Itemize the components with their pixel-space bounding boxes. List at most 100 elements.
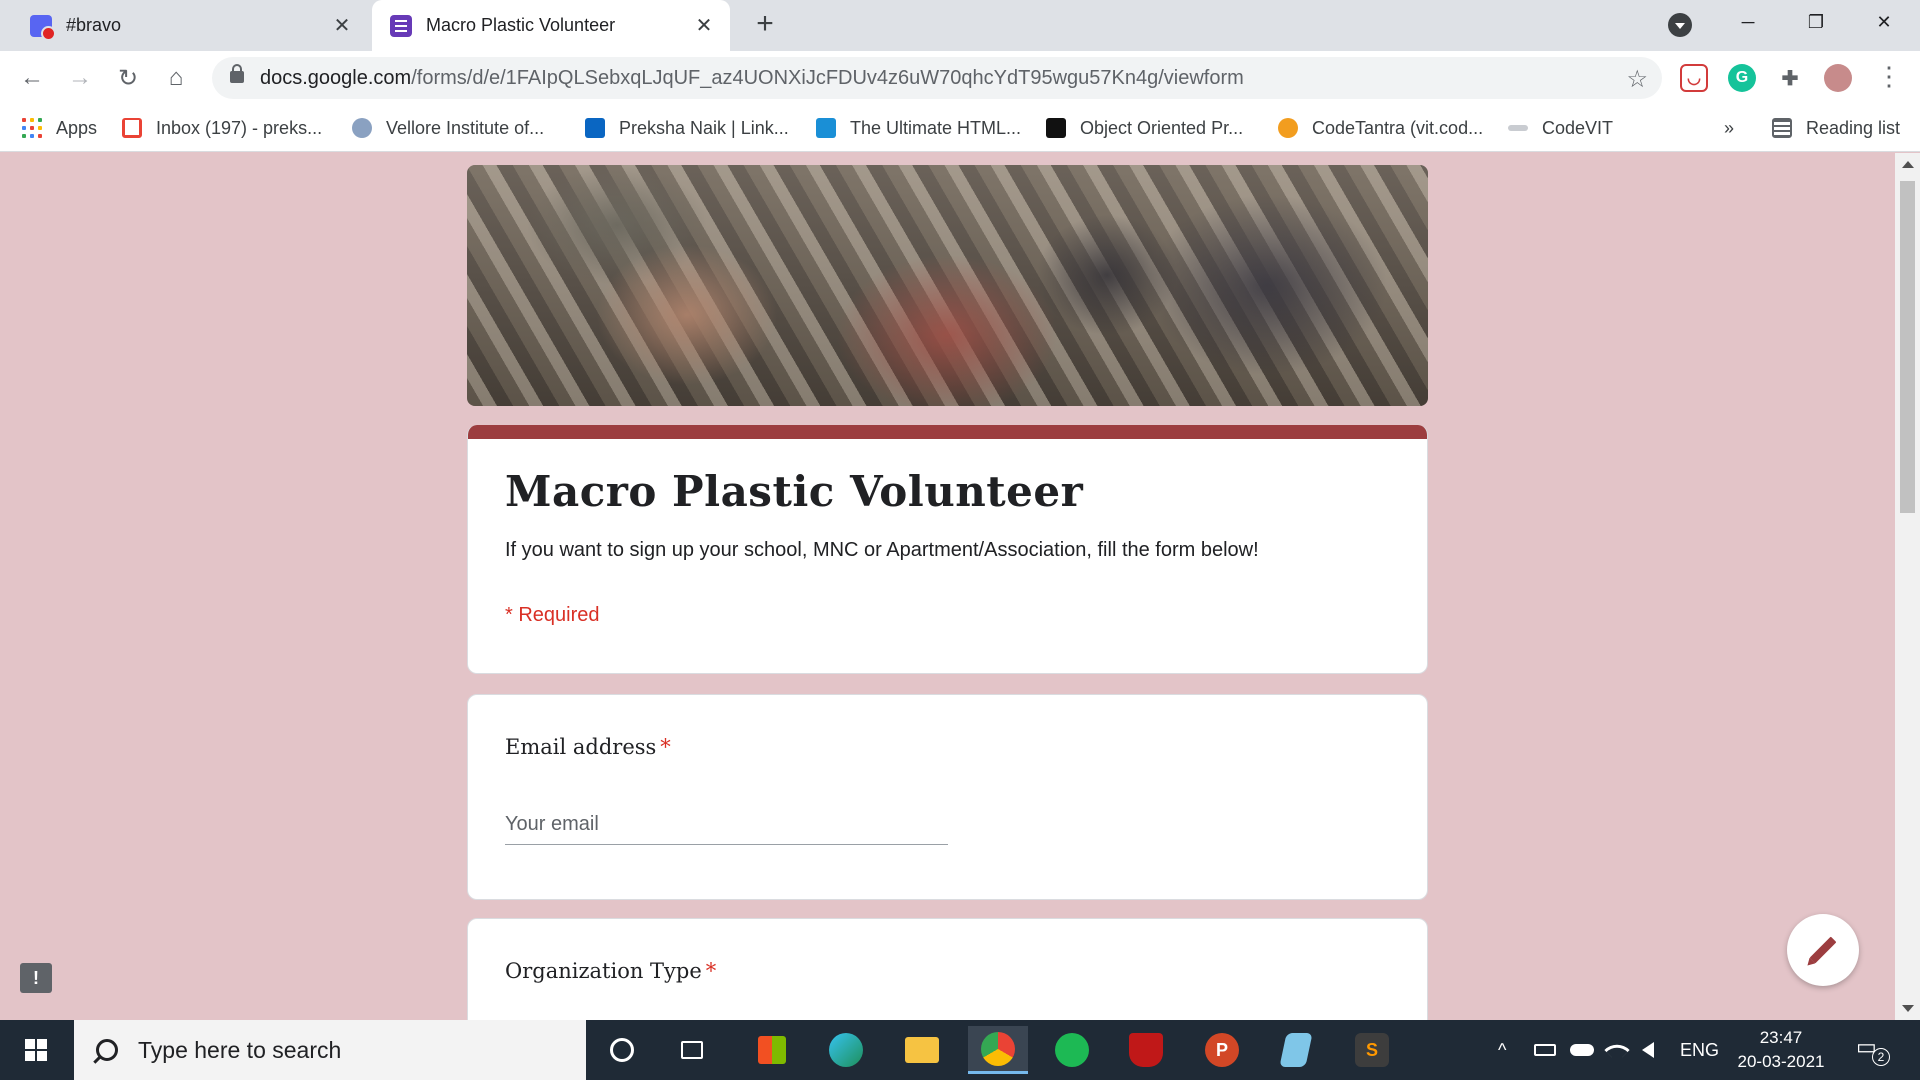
- gmail-icon: [122, 118, 142, 138]
- bookmark-label: CodeTantra (vit.cod...: [1312, 117, 1484, 138]
- restore-button[interactable]: ❐: [1786, 0, 1846, 44]
- taskbar-clock[interactable]: 23:47 20-03-2021: [1726, 1026, 1836, 1074]
- chrome-menu-icon[interactable]: ⋮: [1876, 61, 1902, 91]
- file-explorer-icon[interactable]: [892, 1026, 952, 1074]
- tray-overflow-icon[interactable]: ^: [1498, 1020, 1506, 1080]
- action-center-icon[interactable]: ▭ 2: [1856, 1034, 1890, 1066]
- bookmark-oop[interactable]: Object Oriented Pr...: [1046, 115, 1243, 141]
- address-bar[interactable]: docs.google.com/forms/d/e/1FAIpQLSebxqLJ…: [212, 57, 1662, 99]
- store-icon[interactable]: [742, 1026, 802, 1074]
- language-indicator[interactable]: ENG: [1680, 1020, 1719, 1080]
- title-card-accent: [468, 425, 1427, 439]
- tab-strip: #bravo ✕ Macro Plastic Volunteer ✕ + ─ ❐…: [0, 0, 1920, 51]
- bookmark-apps[interactable]: Apps: [22, 115, 97, 141]
- taskbar-search-box[interactable]: Type here to search: [74, 1020, 586, 1080]
- sublime-icon[interactable]: S: [1342, 1026, 1402, 1074]
- clock-time: 23:47: [1759, 1028, 1803, 1047]
- bookmark-linkedin[interactable]: Preksha Naik | Link...: [585, 115, 789, 141]
- question-organization-type: Organization Type *: [467, 918, 1428, 1020]
- form-title-card: Macro Plastic Volunteer If you want to s…: [467, 425, 1428, 674]
- question-email: Email address *: [467, 694, 1428, 900]
- bookmark-gmail[interactable]: Inbox (197) - preks...: [122, 115, 322, 141]
- grammarly-extension-icon[interactable]: G: [1728, 64, 1756, 92]
- html-guide-icon: [816, 118, 836, 138]
- required-asterisk: *: [660, 735, 671, 759]
- minimize-button[interactable]: ─: [1718, 0, 1778, 44]
- edge-icon[interactable]: [816, 1026, 876, 1074]
- bookmark-codevit[interactable]: CodeVIT: [1508, 115, 1613, 141]
- profile-avatar[interactable]: [1824, 64, 1852, 92]
- forward-button[interactable]: →: [62, 60, 98, 96]
- new-tab-button[interactable]: +: [748, 8, 782, 42]
- tab-title: #bravo: [66, 15, 122, 35]
- bookmark-label: The Ultimate HTML...: [850, 117, 1022, 138]
- volume-icon[interactable]: [1642, 1020, 1654, 1080]
- reload-button[interactable]: ↻: [110, 60, 146, 96]
- scroll-down-arrow-icon[interactable]: [1902, 1005, 1914, 1012]
- taskbar-search-placeholder: Type here to search: [138, 1036, 342, 1063]
- bookmark-vit[interactable]: Vellore Institute of...: [352, 115, 544, 141]
- form-description: If you want to sign up your school, MNC …: [505, 539, 1259, 561]
- notepad-icon[interactable]: [1266, 1026, 1326, 1074]
- tab-search-button[interactable]: [1668, 13, 1692, 37]
- report-feedback-icon[interactable]: !: [20, 963, 52, 993]
- bookmark-label: Preksha Naik | Link...: [619, 117, 789, 138]
- scroll-up-arrow-icon[interactable]: [1902, 161, 1914, 168]
- question-label: Email address *: [505, 735, 671, 759]
- start-button[interactable]: [0, 1020, 72, 1080]
- question-label: Organization Type *: [505, 959, 716, 983]
- clock-date: 20-03-2021: [1737, 1052, 1825, 1071]
- form-header-image: [467, 165, 1428, 406]
- reading-list-icon: [1772, 118, 1792, 138]
- url-text[interactable]: docs.google.com/forms/d/e/1FAIpQLSebxqLJ…: [260, 67, 1244, 90]
- scrollbar-thumb[interactable]: [1900, 181, 1915, 513]
- battery-icon[interactable]: [1534, 1020, 1556, 1080]
- question-label-text: Organization Type: [505, 959, 702, 983]
- reading-list-button[interactable]: Reading list: [1772, 115, 1900, 141]
- form-page: Macro Plastic Volunteer If you want to s…: [0, 153, 1920, 1020]
- chrome-icon[interactable]: [968, 1026, 1028, 1074]
- windows-logo-icon: [25, 1039, 47, 1061]
- bookmark-label: Vellore Institute of...: [386, 117, 545, 138]
- window-close-button[interactable]: ✕: [1854, 0, 1914, 44]
- pocket-extension-icon[interactable]: ◡: [1680, 64, 1708, 92]
- windows-taskbar: Type here to search P S ^ ENG 23:47 20-0…: [0, 1020, 1920, 1080]
- bookmark-star-icon[interactable]: ☆: [1626, 65, 1648, 94]
- extensions-puzzle-icon[interactable]: ✚: [1776, 64, 1804, 92]
- question-label-text: Email address: [505, 735, 657, 759]
- home-button[interactable]: ⌂: [158, 60, 194, 96]
- url-host: docs.google.com: [260, 67, 412, 89]
- email-field[interactable]: [505, 805, 948, 845]
- lock-icon: [230, 64, 244, 83]
- edit-response-button[interactable]: [1787, 914, 1859, 986]
- google-forms-icon: [390, 14, 412, 37]
- page-scrollbar[interactable]: [1895, 153, 1920, 1020]
- task-view-icon[interactable]: [662, 1026, 722, 1074]
- browser-toolbar: ← → ↻ ⌂ docs.google.com/forms/d/e/1FAIpQ…: [0, 51, 1920, 105]
- onedrive-icon[interactable]: [1570, 1020, 1594, 1080]
- bookmark-codetantra[interactable]: CodeTantra (vit.cod...: [1278, 115, 1483, 141]
- codetantra-icon: [1278, 118, 1298, 138]
- tab-close-icon[interactable]: ✕: [692, 14, 716, 38]
- spotify-icon[interactable]: [1042, 1026, 1102, 1074]
- url-path: /forms/d/e/1FAIpQLSebxqLJqUF_az4UONXiJcF…: [411, 67, 1244, 89]
- bookmark-label: Inbox (197) - preks...: [156, 117, 323, 138]
- mcafee-icon[interactable]: [1116, 1026, 1176, 1074]
- reading-list-label: Reading list: [1806, 117, 1901, 138]
- cortana-icon[interactable]: [592, 1026, 652, 1074]
- linkedin-icon: [585, 118, 605, 138]
- pencil-icon: [1809, 936, 1837, 964]
- tab-close-icon[interactable]: ✕: [330, 14, 354, 38]
- bookmarks-bar: Apps Inbox (197) - preks... Vellore Inst…: [0, 105, 1920, 152]
- tab-macro-plastic-volunteer[interactable]: Macro Plastic Volunteer ✕: [372, 0, 730, 51]
- bookmark-label: CodeVIT: [1542, 117, 1614, 138]
- bookmarks-overflow-icon[interactable]: »: [1724, 115, 1734, 141]
- bookmark-html-guide[interactable]: The Ultimate HTML...: [816, 115, 1021, 141]
- bookmark-label: Apps: [56, 117, 98, 138]
- sf-icon: [1046, 118, 1066, 138]
- discord-icon: [30, 14, 56, 41]
- back-button[interactable]: ←: [14, 60, 50, 96]
- powerpoint-icon[interactable]: P: [1192, 1026, 1252, 1074]
- tab-bravo[interactable]: #bravo ✕: [12, 0, 368, 51]
- wifi-icon[interactable]: [1604, 1020, 1630, 1080]
